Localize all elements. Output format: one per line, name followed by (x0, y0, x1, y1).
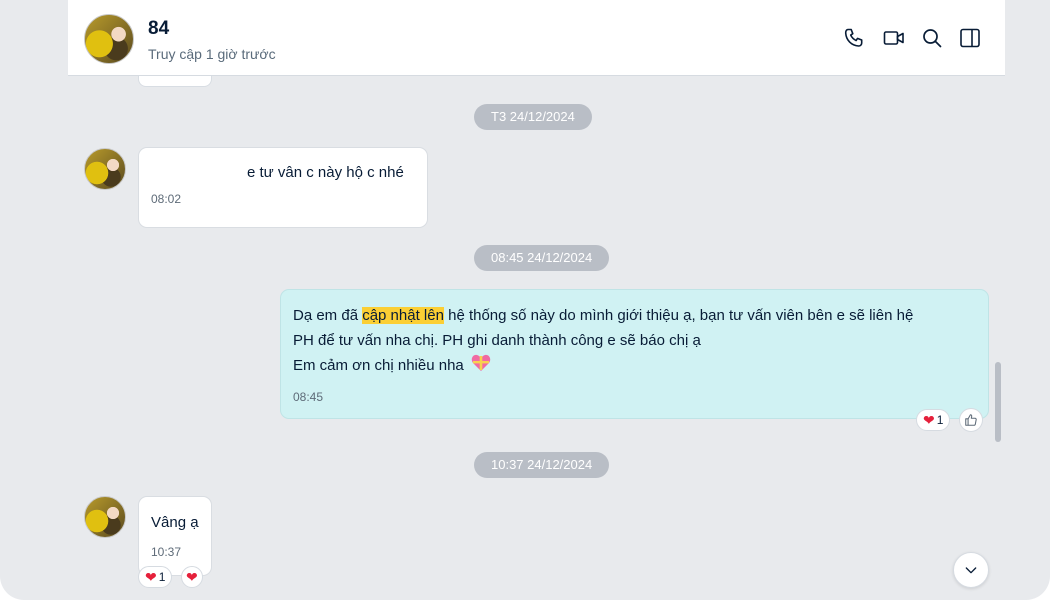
heart-icon: ❤ (145, 569, 157, 585)
reaction-count: 1 (158, 570, 166, 584)
phone-icon[interactable] (843, 26, 867, 50)
contact-avatar[interactable] (84, 14, 134, 64)
gift-heart-icon (471, 354, 491, 380)
thumbs-up-icon (965, 414, 977, 426)
message-text: Vâng ạ (151, 514, 199, 531)
incoming-message[interactable]: e tư vân c này hộ c nhé 08:02 (138, 147, 428, 228)
outgoing-message[interactable]: Dạ em đã cập nhật lên hệ thống số này do… (280, 289, 989, 419)
chat-window: 84 Truy cập 1 giờ trước T3 24/12/2024 e … (0, 0, 1050, 600)
incoming-message[interactable]: Vâng ạ 10:37 (138, 496, 212, 576)
message-time: 08:45 (293, 390, 324, 404)
message-time: 10:37 (151, 545, 182, 559)
message-text-line: PH để tư vấn nha chị. PH ghi danh thành … (293, 332, 701, 349)
sender-avatar[interactable] (84, 148, 126, 190)
reaction-badge[interactable]: ❤ 1 (138, 566, 173, 588)
heart-reaction-button[interactable]: ❤ (181, 566, 203, 588)
sender-avatar[interactable] (84, 496, 126, 538)
highlighted-text: cập nhật lên (362, 307, 444, 324)
message-text-line: Em cảm ơn chị nhiều nha (293, 353, 976, 380)
heart-icon: ❤ (186, 569, 198, 585)
previous-message-bubble[interactable] (138, 76, 212, 87)
date-separator: 10:37 24/12/2024 (474, 452, 610, 478)
message-text: e tư vân c này hộ c nhé (247, 164, 404, 181)
heart-icon: ❤ (923, 412, 935, 428)
reaction-count: 1 (936, 413, 944, 427)
reaction-badge[interactable]: ❤ 1 (916, 409, 951, 431)
chevron-down-icon (965, 567, 977, 574)
date-separator: 08:45 24/12/2024 (474, 245, 610, 271)
scrollbar[interactable] (995, 362, 1001, 442)
video-call-icon[interactable] (882, 26, 906, 50)
contact-name[interactable]: 84 (148, 18, 169, 40)
contact-status: Truy cập 1 giờ trước (148, 46, 276, 62)
message-text-line: Dạ em đã cập nhật lên hệ thống số này do… (293, 307, 914, 324)
date-separator: T3 24/12/2024 (474, 104, 592, 130)
scroll-to-bottom-button[interactable] (953, 552, 989, 588)
sidebar-toggle-icon[interactable] (958, 26, 982, 50)
like-reaction-button[interactable] (959, 408, 983, 432)
message-time: 08:02 (151, 192, 182, 206)
chat-header: 84 Truy cập 1 giờ trước (68, 0, 1005, 76)
search-icon[interactable] (920, 26, 944, 50)
